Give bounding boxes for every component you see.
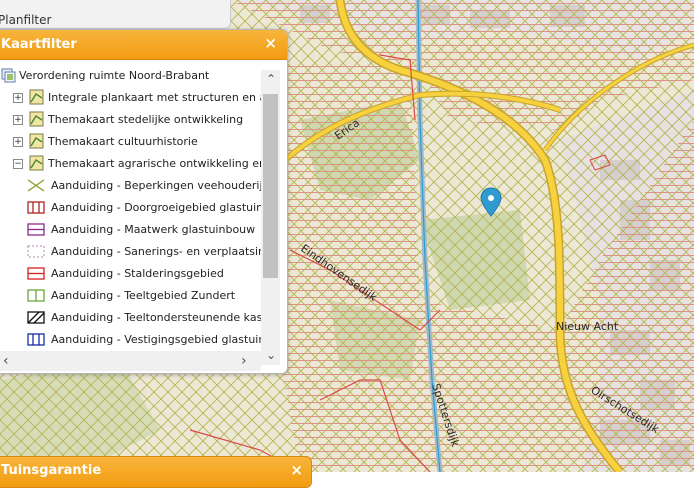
close-icon[interactable]: × <box>264 34 277 52</box>
legend-item-label: Aanduiding - Beperkingen veehouderij <box>51 179 263 192</box>
tree-group-label: Integrale plankaart met structuren en aa… <box>48 91 269 104</box>
map-label-nieuw-acht: Nieuw Acht <box>556 320 619 333</box>
map-layer-icon <box>29 111 44 127</box>
scroll-right-icon[interactable]: › <box>241 353 247 369</box>
legend-item-label: Aanduiding - Maatwerk glastuinbouw <box>51 223 256 236</box>
legend-item-label: Aanduiding - Stalderingsgebied <box>51 267 224 280</box>
vertical-scrollbar[interactable]: ⌃ ⌄ <box>261 70 280 365</box>
grid-green-icon <box>27 289 45 302</box>
layer-tree: Verordening ruimte Noord-Brabant + Integ… <box>1 60 269 350</box>
diagonal-stripes-black-icon <box>27 311 45 324</box>
kaartfilter-title: Kaartfilter <box>1 37 77 52</box>
close-icon[interactable]: × <box>290 461 303 479</box>
horizontal-scrollbar[interactable]: ‹ › <box>0 351 261 371</box>
legend-item-label: Aanduiding - Sanerings- en verplaatsings… <box>51 245 269 258</box>
tree-root-label: Verordening ruimte Noord-Brabant <box>19 69 210 82</box>
map-layer-icon <box>29 133 44 149</box>
scroll-down-icon[interactable]: ⌄ <box>265 348 277 362</box>
bottom-panel-title: Tuinsgarantie <box>1 463 102 478</box>
expand-icon[interactable]: + <box>13 137 23 147</box>
map-layer-icon <box>29 89 44 105</box>
scroll-left-icon[interactable]: ‹ <box>3 353 9 369</box>
tab-planfilter[interactable]: Planfilter <box>0 0 231 29</box>
kaartfilter-header[interactable]: Kaartfilter × <box>0 30 287 60</box>
expand-icon[interactable]: + <box>13 93 23 103</box>
tree-group-label: Themakaart cultuurhistorie <box>48 135 198 148</box>
kaartfilter-panel: Kaartfilter × Verordening ruimte Noord-B… <box>0 29 288 374</box>
tab-planfilter-label: Planfilter <box>0 13 52 27</box>
legend-item-label: Aanduiding - Teeltgebied Zundert <box>51 289 236 302</box>
horizontal-stripes-purple-icon <box>27 223 45 236</box>
legend-item-label: Aanduiding - Teeltondersteunende kassen <box>51 311 269 324</box>
scrollbar-thumb[interactable] <box>263 94 278 278</box>
legend-item-label: Aanduiding - Vestigingsgebied glastuinbo… <box>51 333 269 346</box>
vertical-stripes-blue-icon <box>27 333 45 346</box>
legend-item-label: Aanduiding - Doorgroeigebied glastuinbou… <box>51 201 269 214</box>
map-layer-icon <box>29 155 44 171</box>
collapse-icon[interactable]: − <box>13 159 23 169</box>
scroll-up-icon[interactable]: ⌃ <box>265 72 277 86</box>
bottom-panel-header[interactable]: Tuinsgarantie × <box>0 456 312 488</box>
expand-icon[interactable]: + <box>13 115 23 125</box>
dashed-outline-purple-icon <box>27 245 45 258</box>
tree-group-label: Themakaart stedelijke ontwikkeling <box>48 113 244 126</box>
horizontal-stripes-red-icon <box>27 267 45 280</box>
tree-group-label: Themakaart agrarische ontwikkeling en wi… <box>48 157 269 170</box>
crosshatch-olive-icon <box>27 179 45 192</box>
vertical-stripes-red-icon <box>27 201 45 214</box>
folder-layers-icon <box>1 68 16 83</box>
